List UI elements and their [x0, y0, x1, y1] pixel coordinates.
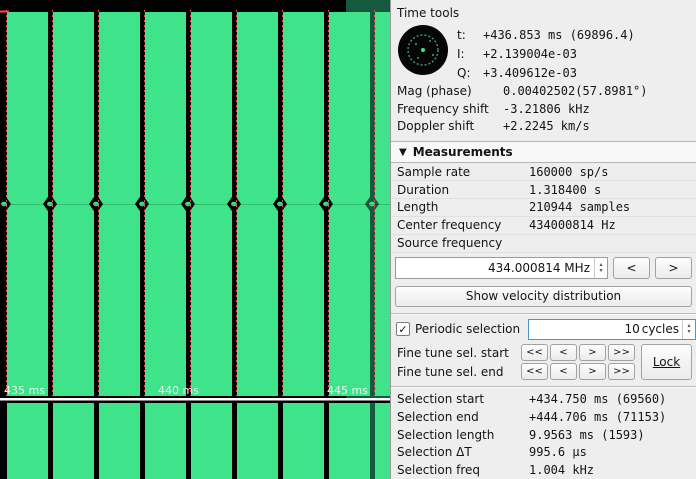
selection-start-value: +434.750 ms (69560) — [529, 392, 666, 406]
frequency-shift-value: -3.21806 kHz — [503, 102, 590, 116]
fine-tune-start-label: Fine tune sel. start — [397, 346, 521, 360]
measurements-title: Measurements — [413, 145, 513, 159]
time-axis-label: 445 ms — [327, 384, 368, 397]
time-axis-label: 435 ms — [4, 384, 45, 397]
center-frequency-row: Center frequency 434000814 Hz — [391, 217, 696, 235]
q-cursor-row: Q: +3.409612e-03 — [457, 63, 690, 82]
selection-end-label: Selection end — [397, 410, 529, 424]
length-value: 210944 samples — [529, 200, 630, 214]
end-step-back-button[interactable]: < — [550, 363, 577, 380]
i-label: I: — [457, 47, 483, 61]
selection-delta-t-value: 995.6 µs — [529, 445, 587, 459]
selection-end-value: +444.706 ms (71153) — [529, 410, 666, 424]
t-label: t: — [457, 28, 483, 42]
selection-freq-value: 1.004 kHz — [529, 463, 594, 477]
selection-delta-t-row: Selection ΔT 995.6 µs — [391, 443, 696, 461]
selection-length-value: 9.9563 ms (1593) — [529, 428, 645, 442]
periodic-selection-row: ✓ Periodic selection 10 cycles ▴ ▾ — [391, 317, 696, 341]
start-step-forward-button[interactable]: > — [579, 344, 606, 361]
length-label: Length — [397, 200, 529, 214]
center-frequency-label: Center frequency — [397, 218, 529, 232]
panel-title: Time tools — [391, 0, 696, 22]
time-cursor-row: t: +436.853 ms (69896.4) — [457, 25, 690, 44]
center-frequency-value: 434000814 Hz — [529, 218, 616, 232]
iq-constellation-display — [397, 24, 449, 76]
selection-end-row: Selection end +444.706 ms (71153) — [391, 408, 696, 426]
sigdigger-window: 435 ms 440 ms 445 ms Time tools — [0, 0, 696, 479]
cycles-spinbox[interactable]: 10 cycles ▴ ▾ — [528, 319, 696, 340]
t-value: +436.853 ms (69896.4) — [483, 28, 635, 42]
waveform-view[interactable]: 435 ms 440 ms 445 ms — [0, 0, 390, 479]
frequency-step-forward-button[interactable]: > — [655, 257, 692, 279]
i-value: +2.139004e-03 — [483, 47, 577, 61]
separator — [391, 313, 696, 315]
sample-rate-row: Sample rate 160000 sp/s — [391, 163, 696, 181]
doppler-shift-value: +2.2245 km/s — [503, 119, 590, 133]
selection-start-label: Selection start — [397, 392, 529, 406]
start-step-back-button[interactable]: < — [550, 344, 577, 361]
source-frequency-row: Source frequency — [391, 235, 696, 253]
selection-length-row: Selection length 9.9563 ms (1593) — [391, 426, 696, 444]
mag-phase-row: Mag (phase) 0.00402502(57.8981°) — [391, 82, 696, 100]
source-frequency-label: Source frequency — [397, 236, 529, 250]
separator — [391, 386, 696, 388]
spin-down-icon[interactable]: ▾ — [687, 329, 690, 335]
waveform-plot[interactable]: 435 ms 440 ms 445 ms — [0, 0, 390, 479]
selection-delta-t-label: Selection ΔT — [397, 445, 529, 459]
fine-tune-end-row: Fine tune sel. end << < > >> — [397, 362, 637, 381]
selection-freq-label: Selection freq — [397, 463, 529, 477]
duration-value: 1.318400 s — [529, 183, 601, 197]
mag-phase-value: 0.00402502(57.8981°) — [503, 84, 648, 98]
show-velocity-distribution-button[interactable]: Show velocity distribution — [395, 286, 692, 308]
start-big-step-forward-button[interactable]: >> — [608, 344, 635, 361]
mag-phase-label: Mag (phase) — [397, 84, 503, 98]
cycles-suffix: cycles — [642, 322, 679, 336]
spinbox-arrows[interactable]: ▴ ▾ — [594, 258, 607, 278]
cursor-readout-block: t: +436.853 ms (69896.4) I: +2.139004e-0… — [391, 22, 696, 82]
end-big-step-back-button[interactable]: << — [521, 363, 548, 380]
i-cursor-row: I: +2.139004e-03 — [457, 44, 690, 63]
end-step-forward-button[interactable]: > — [579, 363, 606, 380]
spinbox-arrows[interactable]: ▴ ▾ — [682, 320, 695, 339]
collapse-triangle-icon: ▼ — [399, 147, 407, 158]
frequency-spinbox[interactable]: 434.000814 MHz ▴ ▾ — [395, 257, 608, 279]
selection-freq-row: Selection freq 1.004 kHz — [391, 461, 696, 479]
end-big-step-forward-button[interactable]: >> — [608, 363, 635, 380]
fine-tune-block: Fine tune sel. start << < > >> Fine tune… — [391, 341, 696, 383]
selection-length-label: Selection length — [397, 428, 529, 442]
spin-down-icon[interactable]: ▾ — [599, 268, 602, 274]
frequency-spinbox-value: 434.000814 MHz — [396, 261, 594, 275]
fine-tune-start-row: Fine tune sel. start << < > >> — [397, 343, 637, 362]
duration-label: Duration — [397, 183, 529, 197]
periodic-selection-label: Periodic selection — [415, 322, 520, 336]
cycles-value: 10 — [624, 322, 639, 336]
duration-row: Duration 1.318400 s — [391, 181, 696, 199]
frequency-shift-row: Frequency shift -3.21806 kHz — [391, 100, 696, 118]
doppler-shift-label: Doppler shift — [397, 119, 503, 133]
lock-button[interactable]: Lock — [641, 344, 692, 380]
frequency-shift-label: Frequency shift — [397, 102, 503, 116]
start-big-step-back-button[interactable]: << — [521, 344, 548, 361]
frequency-step-back-button[interactable]: < — [613, 257, 650, 279]
frequency-tuner-row: 434.000814 MHz ▴ ▾ < > — [391, 253, 696, 282]
q-value: +3.409612e-03 — [483, 66, 577, 80]
time-tools-panel: Time tools t: +436.853 ms (69896.4) — [390, 0, 696, 479]
checkmark-icon: ✓ — [398, 324, 407, 335]
length-row: Length 210944 samples — [391, 199, 696, 217]
sample-rate-value: 160000 sp/s — [529, 165, 608, 179]
time-axis-label: 440 ms — [158, 384, 199, 397]
selection-start-row: Selection start +434.750 ms (69560) — [391, 390, 696, 408]
fine-tune-end-label: Fine tune sel. end — [397, 365, 521, 379]
sample-rate-label: Sample rate — [397, 165, 529, 179]
q-label: Q: — [457, 66, 483, 80]
periodic-selection-checkbox[interactable]: ✓ — [396, 322, 410, 336]
measurements-section-header[interactable]: ▼ Measurements — [391, 141, 696, 163]
doppler-shift-row: Doppler shift +2.2245 km/s — [391, 118, 696, 136]
